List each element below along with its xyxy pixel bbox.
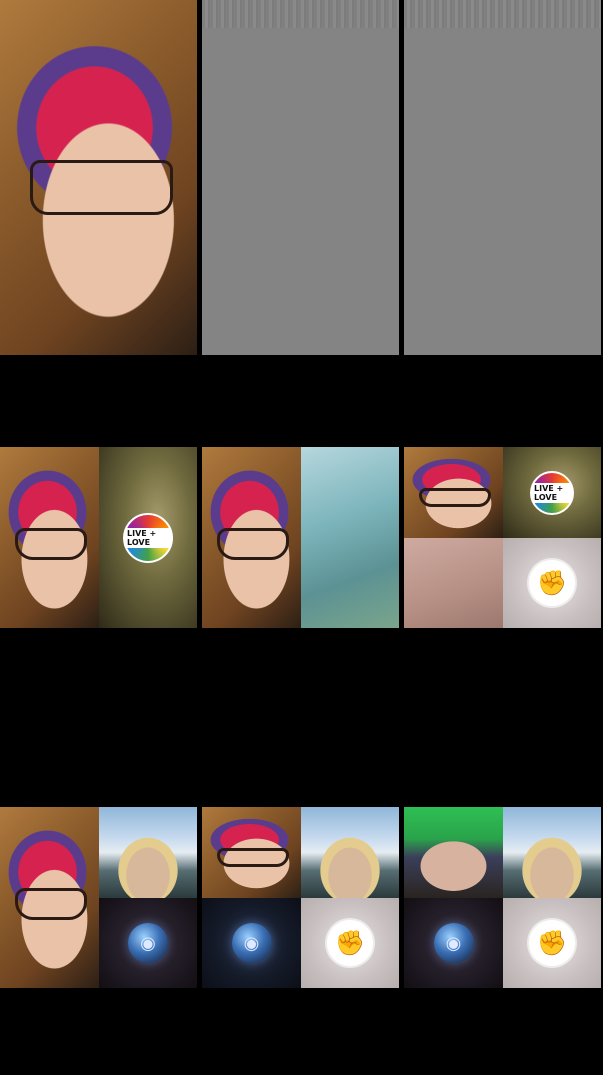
love-badge-icon: LIVE + LOVE	[530, 470, 574, 515]
love-badge-text: LIVE + LOVE	[125, 527, 171, 548]
participant-video[interactable]	[301, 807, 399, 898]
participant-video[interactable]	[503, 807, 601, 898]
fist-icon: ✊	[529, 920, 575, 966]
participant-video[interactable]	[99, 807, 197, 898]
participant-video[interactable]	[404, 447, 503, 538]
globe-icon: ◉	[128, 923, 168, 963]
participant-video[interactable]: ◉	[404, 898, 503, 988]
video-cell-3[interactable]	[404, 0, 601, 355]
participant-video[interactable]: ✊	[301, 898, 399, 988]
video-placeholder	[202, 0, 399, 355]
participant-video[interactable]	[0, 447, 99, 628]
video-placeholder	[404, 0, 601, 355]
participant-video[interactable]	[301, 447, 399, 628]
globe-icon: ◉	[231, 923, 272, 963]
participant-video[interactable]: ◉	[99, 898, 197, 988]
fist-icon: ✊	[529, 560, 575, 606]
video-cell-6[interactable]: LIVE + LOVE ✊	[404, 447, 601, 628]
video-cell-4[interactable]: LIVE + LOVE	[0, 447, 197, 628]
participant-video[interactable]	[404, 807, 503, 898]
participant-video[interactable]	[404, 538, 503, 628]
participant-video[interactable]: ◉	[202, 898, 301, 988]
participant-video[interactable]: ✊	[503, 898, 601, 988]
participant-video[interactable]: LIVE + LOVE	[503, 447, 601, 538]
love-badge-icon: LIVE + LOVE	[123, 512, 173, 563]
participant-video[interactable]: LIVE + LOVE	[99, 447, 197, 628]
video-cell-9[interactable]: ◉ ✊	[404, 807, 601, 988]
video-cell-7[interactable]: ◉	[0, 807, 197, 988]
video-cell-8[interactable]: ◉ ✊	[202, 807, 399, 988]
participant-video[interactable]	[202, 807, 301, 898]
video-cell-1[interactable]	[0, 0, 197, 355]
video-cell-5[interactable]	[202, 447, 399, 628]
participant-video[interactable]	[202, 447, 301, 628]
participant-video[interactable]	[0, 0, 197, 355]
participant-video[interactable]	[0, 807, 99, 988]
love-badge-text: LIVE + LOVE	[532, 482, 572, 503]
fist-icon: ✊	[327, 920, 373, 966]
video-cell-2[interactable]	[202, 0, 399, 355]
globe-icon: ◉	[433, 923, 474, 963]
participant-video[interactable]: ✊	[503, 538, 601, 628]
